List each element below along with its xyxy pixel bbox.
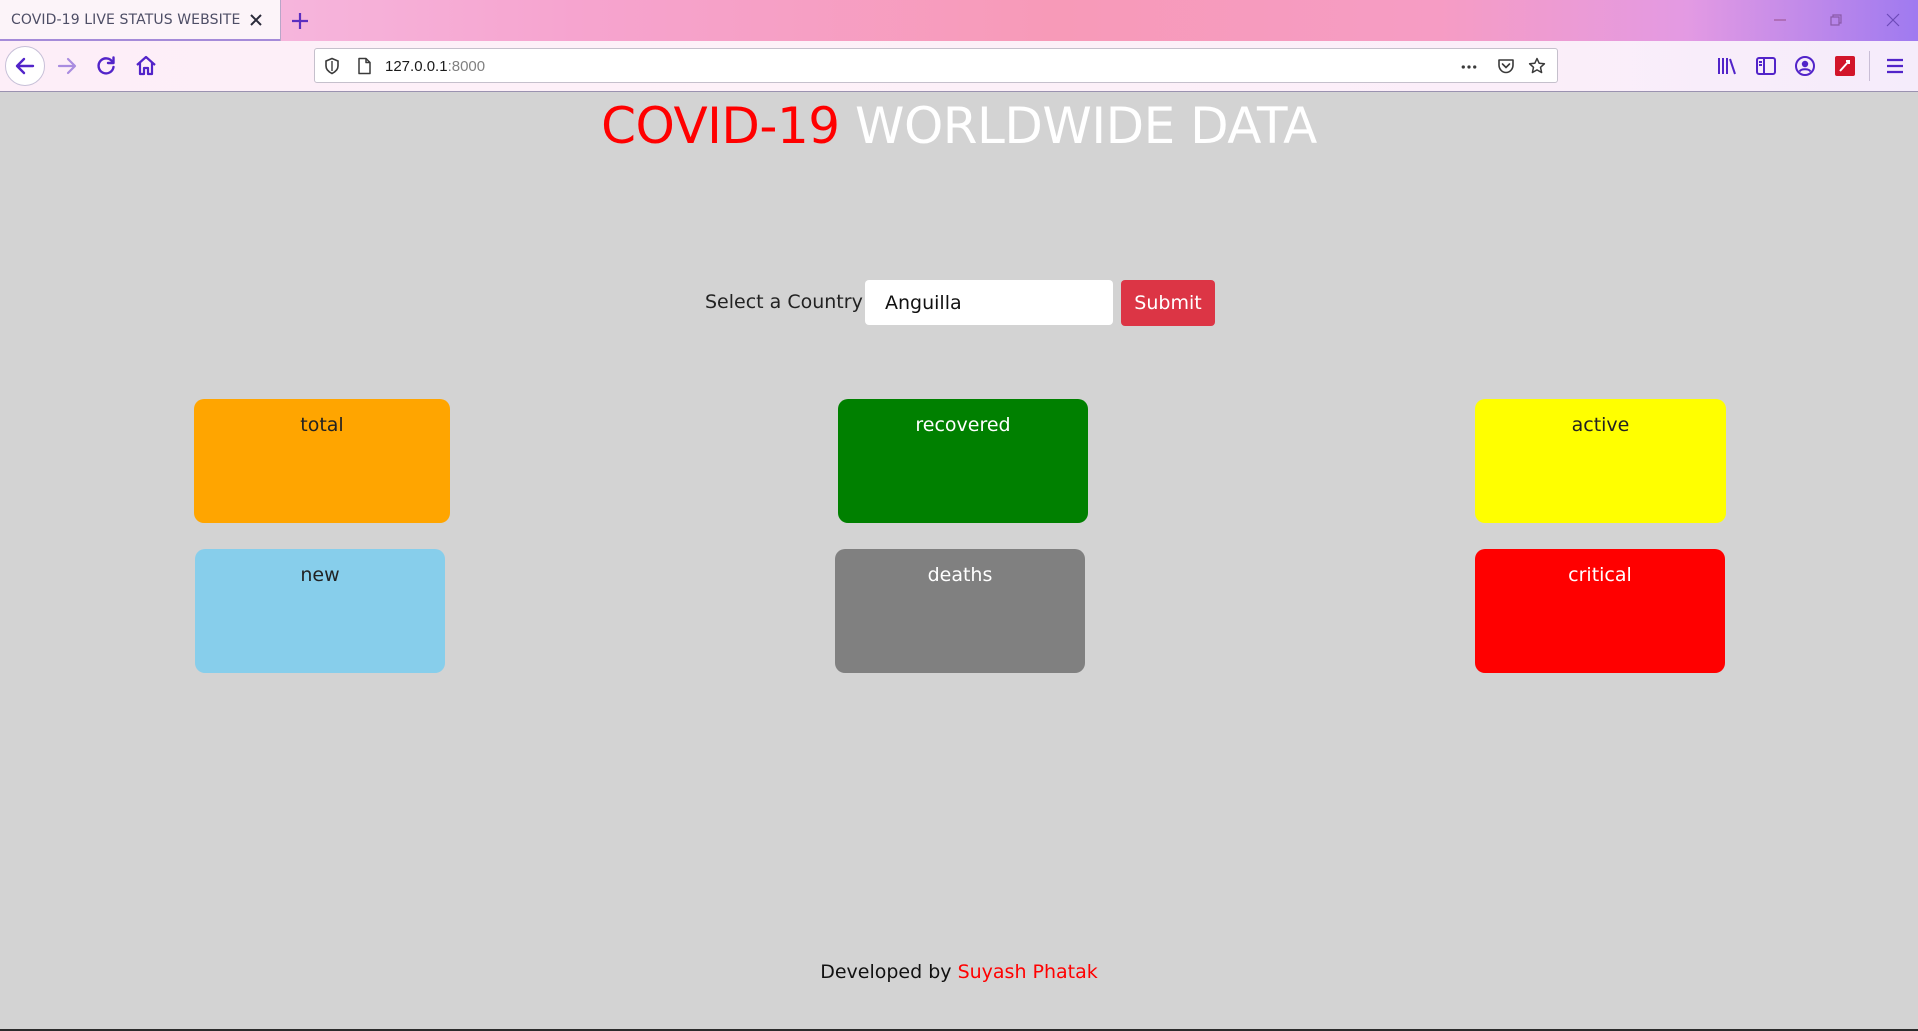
toolbar-separator bbox=[1869, 51, 1870, 81]
url-port: :8000 bbox=[447, 58, 486, 75]
home-icon bbox=[136, 55, 156, 76]
critical-label: critical bbox=[1568, 564, 1632, 586]
url-text: 127.0.0.1:8000 bbox=[385, 58, 485, 75]
active-card: active bbox=[1475, 399, 1726, 523]
browser-tab-bar: COVID-19 LIVE STATUS WEBSITE bbox=[0, 0, 1918, 41]
forward-arrow-icon bbox=[57, 57, 77, 75]
bookmark-star-icon[interactable] bbox=[1528, 57, 1546, 75]
recovered-label: recovered bbox=[915, 414, 1011, 436]
footer: Developed by Suyash Phatak bbox=[0, 961, 1918, 983]
page-title: COVID-19 WORLDWIDE DATA bbox=[0, 97, 1918, 155]
forward-button[interactable] bbox=[50, 49, 84, 83]
back-arrow-icon bbox=[15, 57, 35, 75]
url-host: 127.0.0.1 bbox=[385, 58, 448, 75]
title-rest: WORLDWIDE DATA bbox=[855, 97, 1317, 155]
critical-card: critical bbox=[1475, 549, 1725, 673]
new-card: new bbox=[195, 549, 445, 673]
title-highlight: COVID-19 bbox=[601, 97, 840, 155]
extension-icon[interactable] bbox=[1834, 55, 1856, 77]
recovered-card: recovered bbox=[838, 399, 1088, 523]
close-window-icon[interactable] bbox=[1883, 10, 1903, 30]
browser-nav-bar: 127.0.0.1:8000 bbox=[0, 41, 1918, 92]
minimize-icon[interactable] bbox=[1770, 10, 1790, 30]
sidebar-icon[interactable] bbox=[1755, 55, 1777, 77]
country-form: Select a Country : Submit bbox=[0, 277, 1918, 326]
page-actions-icon[interactable] bbox=[1460, 58, 1478, 76]
account-icon[interactable] bbox=[1794, 55, 1816, 77]
library-icon[interactable] bbox=[1716, 55, 1738, 77]
page-icon bbox=[358, 57, 371, 75]
pocket-icon[interactable] bbox=[1497, 57, 1515, 75]
country-input[interactable] bbox=[865, 280, 1113, 325]
active-label: active bbox=[1571, 414, 1630, 436]
tab-title: COVID-19 LIVE STATUS WEBSITE bbox=[11, 12, 241, 28]
reload-button[interactable] bbox=[89, 49, 123, 83]
back-button[interactable] bbox=[5, 46, 45, 86]
menu-icon[interactable] bbox=[1884, 55, 1906, 77]
page-content: COVID-19 WORLDWIDE DATA Select a Country… bbox=[0, 92, 1918, 1031]
new-tab-icon[interactable] bbox=[288, 9, 312, 33]
new-label: new bbox=[300, 564, 340, 586]
submit-button[interactable]: Submit bbox=[1121, 280, 1215, 326]
browser-tab[interactable]: COVID-19 LIVE STATUS WEBSITE bbox=[0, 0, 281, 41]
country-label: Select a Country : bbox=[705, 291, 876, 313]
home-button[interactable] bbox=[129, 49, 163, 83]
url-bar[interactable]: 127.0.0.1:8000 bbox=[314, 48, 1558, 83]
total-label: total bbox=[300, 414, 344, 436]
reload-icon bbox=[97, 56, 115, 75]
footer-author: Suyash Phatak bbox=[957, 961, 1098, 983]
restore-icon[interactable] bbox=[1826, 10, 1846, 30]
close-tab-icon[interactable] bbox=[246, 10, 266, 30]
deaths-card: deaths bbox=[835, 549, 1085, 673]
shield-icon[interactable] bbox=[323, 57, 341, 75]
total-card: total bbox=[194, 399, 450, 523]
deaths-label: deaths bbox=[927, 564, 993, 586]
footer-prefix: Developed by bbox=[820, 961, 952, 983]
